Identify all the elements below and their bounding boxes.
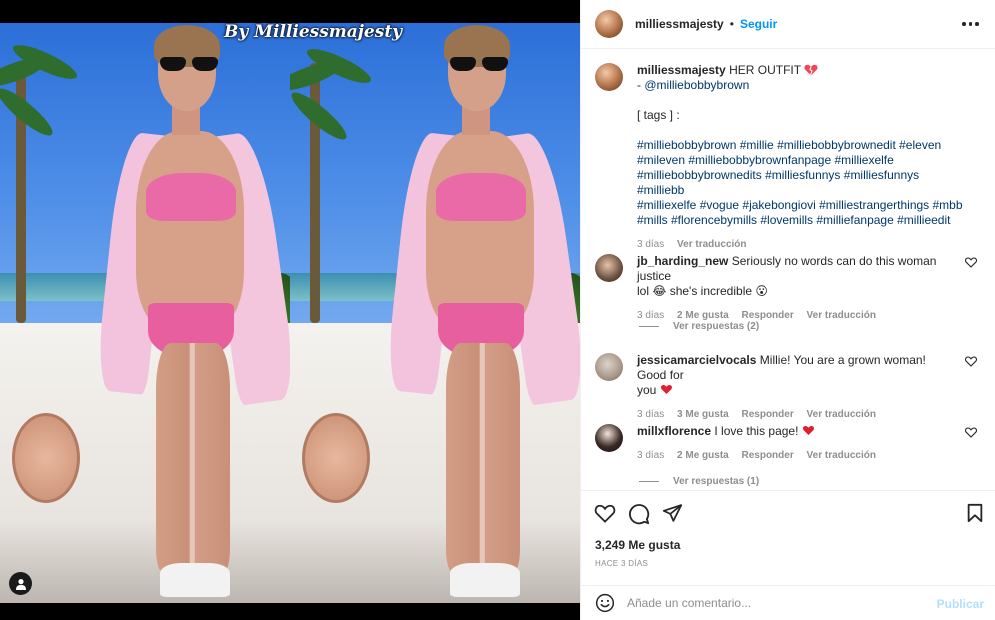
user-icon [15, 578, 26, 590]
comment-like-heart-icon[interactable] [965, 356, 977, 367]
caption-username[interactable]: milliessmajesty [637, 63, 726, 77]
caption-hashtag-line[interactable]: #milliexelfe #vogue #jakebongiovi #milli… [637, 198, 967, 213]
caption-hashtag-line[interactable]: #milliebobbybrown #millie #milliebobbybr… [637, 138, 967, 153]
red-heart-icon [660, 385, 672, 394]
comment-reply-button[interactable]: Responder [742, 409, 794, 420]
comment-time[interactable]: 3 días [637, 409, 664, 420]
comment-translate-link[interactable]: Ver traducción [807, 450, 876, 461]
comment-input[interactable] [627, 596, 927, 610]
comment-translate-link[interactable]: Ver traducción [807, 310, 876, 321]
comment-like-heart-icon[interactable] [965, 257, 977, 268]
watermark-text: By Milliessmajesty [224, 22, 403, 42]
broken-heart-icon [804, 64, 818, 76]
publish-button[interactable]: Publicar [937, 597, 984, 611]
comment-icon[interactable] [628, 503, 650, 525]
commenter-avatar[interactable] [595, 254, 623, 282]
heart-icon[interactable] [594, 503, 616, 523]
comment-like-heart-icon[interactable] [965, 427, 977, 438]
comment-text-continued: lol 😂 she's incredible 😮 [637, 284, 768, 298]
comment-reply-button[interactable]: Responder [742, 310, 794, 321]
comment-text: I love this page! [714, 424, 799, 438]
comment-translate-link[interactable]: Ver traducción [807, 409, 876, 420]
post-actions: 3,249 Me gusta HACE 3 DÍAS [581, 490, 995, 582]
post-image-left [0, 23, 290, 603]
post-header: milliessmajesty • Seguir [581, 0, 995, 49]
caption-translate-link[interactable]: Ver traducción [677, 239, 746, 250]
caption-author-avatar[interactable] [595, 63, 623, 91]
like-count[interactable]: 3,249 Me gusta [595, 538, 680, 552]
author-username[interactable]: milliessmajesty [635, 17, 724, 31]
commenter-username[interactable]: jb_harding_new [637, 254, 728, 268]
caption-tags-label: [ tags ] : [637, 108, 680, 122]
comment-reply-button[interactable]: Responder [742, 450, 794, 461]
view-replies-label[interactable]: Ver respuestas (2) [673, 321, 759, 332]
add-comment-bar: Publicar [581, 585, 995, 620]
more-options-icon[interactable] [962, 17, 980, 31]
send-icon[interactable] [662, 503, 683, 523]
comment-likes[interactable]: 3 Me gusta [677, 409, 729, 420]
caption-hashtag-line[interactable]: #milliebobbybrownedits #milliesfunnys #m… [637, 168, 967, 198]
post-timestamp: HACE 3 DÍAS [595, 559, 649, 568]
commenter-avatar[interactable] [595, 424, 623, 452]
caption-mention-link[interactable]: @milliebobbybrown [644, 78, 749, 92]
comment-item: millxflorence I love this page! 3 días 2… [595, 424, 985, 463]
smiley-icon[interactable] [595, 593, 615, 613]
post-caption: milliessmajesty HER OUTFIT - @milliebobb… [595, 63, 985, 252]
red-heart-icon [802, 426, 814, 435]
caption-hashtag-line[interactable]: #mills #florencebymills #lovemills #mill… [637, 213, 967, 228]
commenter-username[interactable]: jessicamarcielvocals [637, 353, 756, 367]
author-avatar[interactable] [595, 10, 623, 38]
comments-scroll-area[interactable]: milliessmajesty HER OUTFIT - @milliebobb… [581, 49, 995, 490]
commenter-username[interactable]: millxflorence [637, 424, 711, 438]
view-replies-button[interactable]: Ver respuestas (2) [639, 321, 759, 332]
view-replies-button[interactable]: Ver respuestas (1) [639, 476, 759, 487]
bookmark-icon[interactable] [966, 503, 984, 523]
tagged-users-button[interactable] [9, 572, 32, 595]
comment-item: jessicamarcielvocals Millie! You are a g… [595, 353, 985, 422]
caption-time[interactable]: 3 días [637, 239, 664, 250]
post-side-panel: milliessmajesty • Seguir milliessmajesty… [580, 0, 995, 620]
follow-button[interactable]: Seguir [740, 17, 777, 31]
post-media[interactable]: By Milliessmajesty [0, 0, 580, 620]
comment-likes[interactable]: 2 Me gusta [677, 450, 729, 461]
separator-dot: • [729, 17, 734, 31]
post-image-right [290, 23, 580, 603]
caption-hashtag-line[interactable]: #mileven #milliebobbybrownfanpage #milli… [637, 153, 967, 168]
commenter-avatar[interactable] [595, 353, 623, 381]
comment-text-continued: you [637, 383, 657, 397]
comment-time[interactable]: 3 días [637, 450, 664, 461]
comment-likes[interactable]: 2 Me gusta [677, 310, 729, 321]
caption-text: HER OUTFIT [729, 63, 801, 77]
comment-time[interactable]: 3 días [637, 310, 664, 321]
comment-item: jb_harding_new Seriously no words can do… [595, 254, 985, 323]
view-replies-label[interactable]: Ver respuestas (1) [673, 476, 759, 487]
